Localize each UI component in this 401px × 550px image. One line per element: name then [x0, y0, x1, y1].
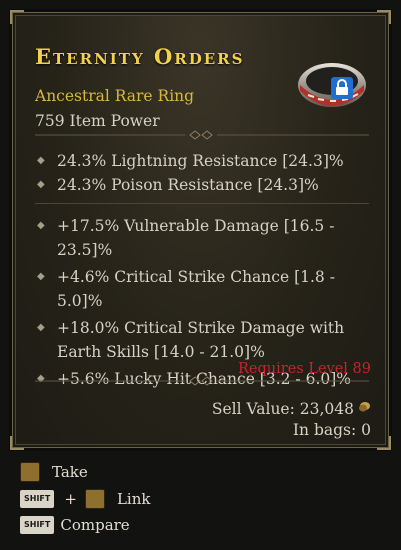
item-tooltip: Eternity Orders Ancestral Rare Ring 759 … [0, 0, 401, 550]
affix-row: ◆ +18.0% Critical Strike Damage with Eart… [35, 316, 375, 364]
diamond-icon: ◆ [37, 220, 45, 231]
item-name: Eternity Orders [35, 44, 245, 69]
diamond-icon: ◆ [37, 271, 45, 282]
diamond-icon: ◆ [37, 155, 45, 166]
affix-row: ◆ +17.5% Vulnerable Damage [16.5 - 23.5]% [35, 214, 375, 262]
divider [35, 376, 369, 386]
action-hints: Take SHIFT + Link SHIFT Compare [12, 452, 389, 544]
compare-action[interactable]: SHIFT Compare [20, 516, 130, 534]
item-type: Ancestral Rare Ring [35, 87, 195, 105]
affix-row: ◆ 24.3% Lightning Resistance [24.3]% [35, 149, 375, 173]
item-card: Eternity Orders Ancestral Rare Ring 759 … [10, 10, 391, 450]
mouse-button-icon [20, 462, 40, 482]
diamond-icon: ◆ [37, 179, 45, 190]
item-power: 759 Item Power [35, 112, 160, 130]
lock-icon [331, 77, 353, 99]
frame-corner [10, 10, 24, 24]
sell-value: Sell Value: 23,048 [212, 400, 371, 418]
take-action[interactable]: Take [20, 462, 88, 482]
divider [35, 130, 369, 140]
in-bags-count: In bags: 0 [292, 421, 371, 439]
frame-corner [377, 10, 391, 24]
separator [35, 203, 369, 204]
frame-corner [377, 436, 391, 450]
shift-key-icon: SHIFT [20, 516, 55, 534]
shift-key-icon: SHIFT [20, 490, 55, 508]
gold-icon [359, 402, 370, 412]
implicit-affixes: ◆ 24.3% Lightning Resistance [24.3]% ◆ 24.… [35, 149, 375, 197]
affix-row: ◆ +4.6% Critical Strike Chance [1.8 - 5.0… [35, 265, 375, 313]
mouse-button-icon [84, 489, 105, 509]
diamond-icon: ◆ [37, 322, 45, 333]
affix-row: ◆ 24.3% Poison Resistance [24.3]% [35, 173, 375, 197]
link-action[interactable]: SHIFT + Link [20, 489, 150, 509]
frame-corner [10, 436, 24, 450]
